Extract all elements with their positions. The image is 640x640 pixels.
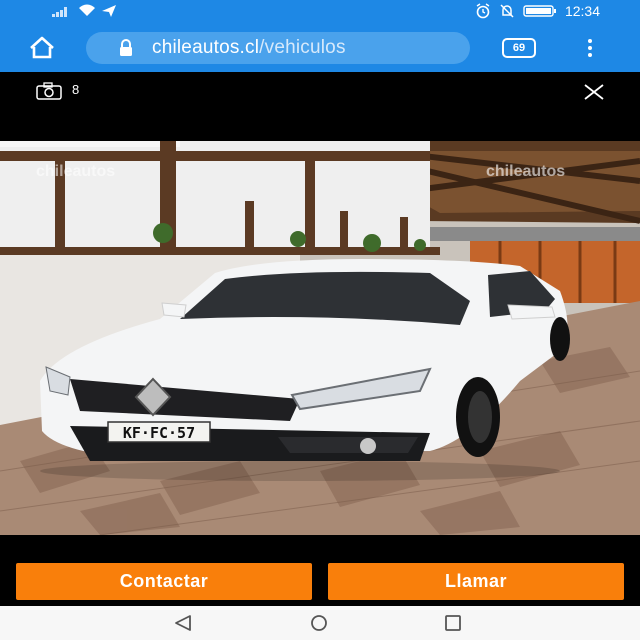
camera-icon bbox=[36, 82, 62, 100]
status-icons-right: 12:34 bbox=[475, 3, 600, 19]
tab-count: 69 bbox=[512, 42, 526, 54]
tabs-button[interactable]: 69 bbox=[502, 38, 536, 58]
status-icons-left bbox=[52, 4, 116, 17]
signal-icon bbox=[52, 6, 67, 17]
back-icon[interactable] bbox=[172, 614, 194, 632]
system-nav-bar bbox=[0, 606, 640, 640]
url-text: chileautos.cl/vehiculos bbox=[152, 37, 346, 59]
gallery-header: 8 bbox=[0, 72, 640, 140]
send-icon bbox=[102, 4, 116, 17]
status-bar: 12:34 bbox=[0, 0, 640, 24]
action-bar: Contactar Llamar bbox=[0, 535, 640, 606]
lock-icon bbox=[116, 38, 136, 58]
status-time: 12:34 bbox=[564, 3, 600, 19]
wifi-icon bbox=[79, 4, 95, 16]
vehicle-photo[interactable]: KF·FC·57 chileautos chileautos bbox=[0, 141, 640, 535]
home-icon bbox=[30, 36, 54, 59]
menu-icon-dot bbox=[588, 53, 592, 57]
vehicle-photo-illustration: KF·FC·57 chileautos chileautos bbox=[0, 141, 640, 535]
license-plate: KF·FC·57 bbox=[123, 424, 195, 442]
menu-icon-dot bbox=[588, 46, 592, 50]
watermark-right: chileautos bbox=[486, 163, 565, 180]
recent-apps-icon[interactable] bbox=[442, 614, 464, 632]
address-bar[interactable]: chileautos.cl/vehiculos bbox=[86, 32, 470, 64]
menu-button[interactable] bbox=[578, 36, 602, 60]
url-host: chileautos.cl bbox=[152, 37, 260, 58]
alarm-icon bbox=[476, 3, 490, 19]
photo-count: 8 bbox=[72, 82, 80, 97]
home-button[interactable] bbox=[22, 34, 62, 62]
browser-toolbar: chileautos.cl/vehiculos 69 bbox=[0, 24, 640, 72]
close-icon[interactable] bbox=[582, 80, 606, 104]
menu-icon-dot bbox=[588, 39, 592, 43]
mute-icon bbox=[500, 4, 514, 18]
call-button[interactable]: Llamar bbox=[328, 563, 624, 600]
circle-home-icon[interactable] bbox=[306, 614, 332, 632]
battery-icon bbox=[523, 5, 556, 17]
url-path: /vehiculos bbox=[259, 37, 346, 58]
contact-button[interactable]: Contactar bbox=[16, 563, 312, 600]
watermark-left: chileautos bbox=[36, 163, 115, 180]
